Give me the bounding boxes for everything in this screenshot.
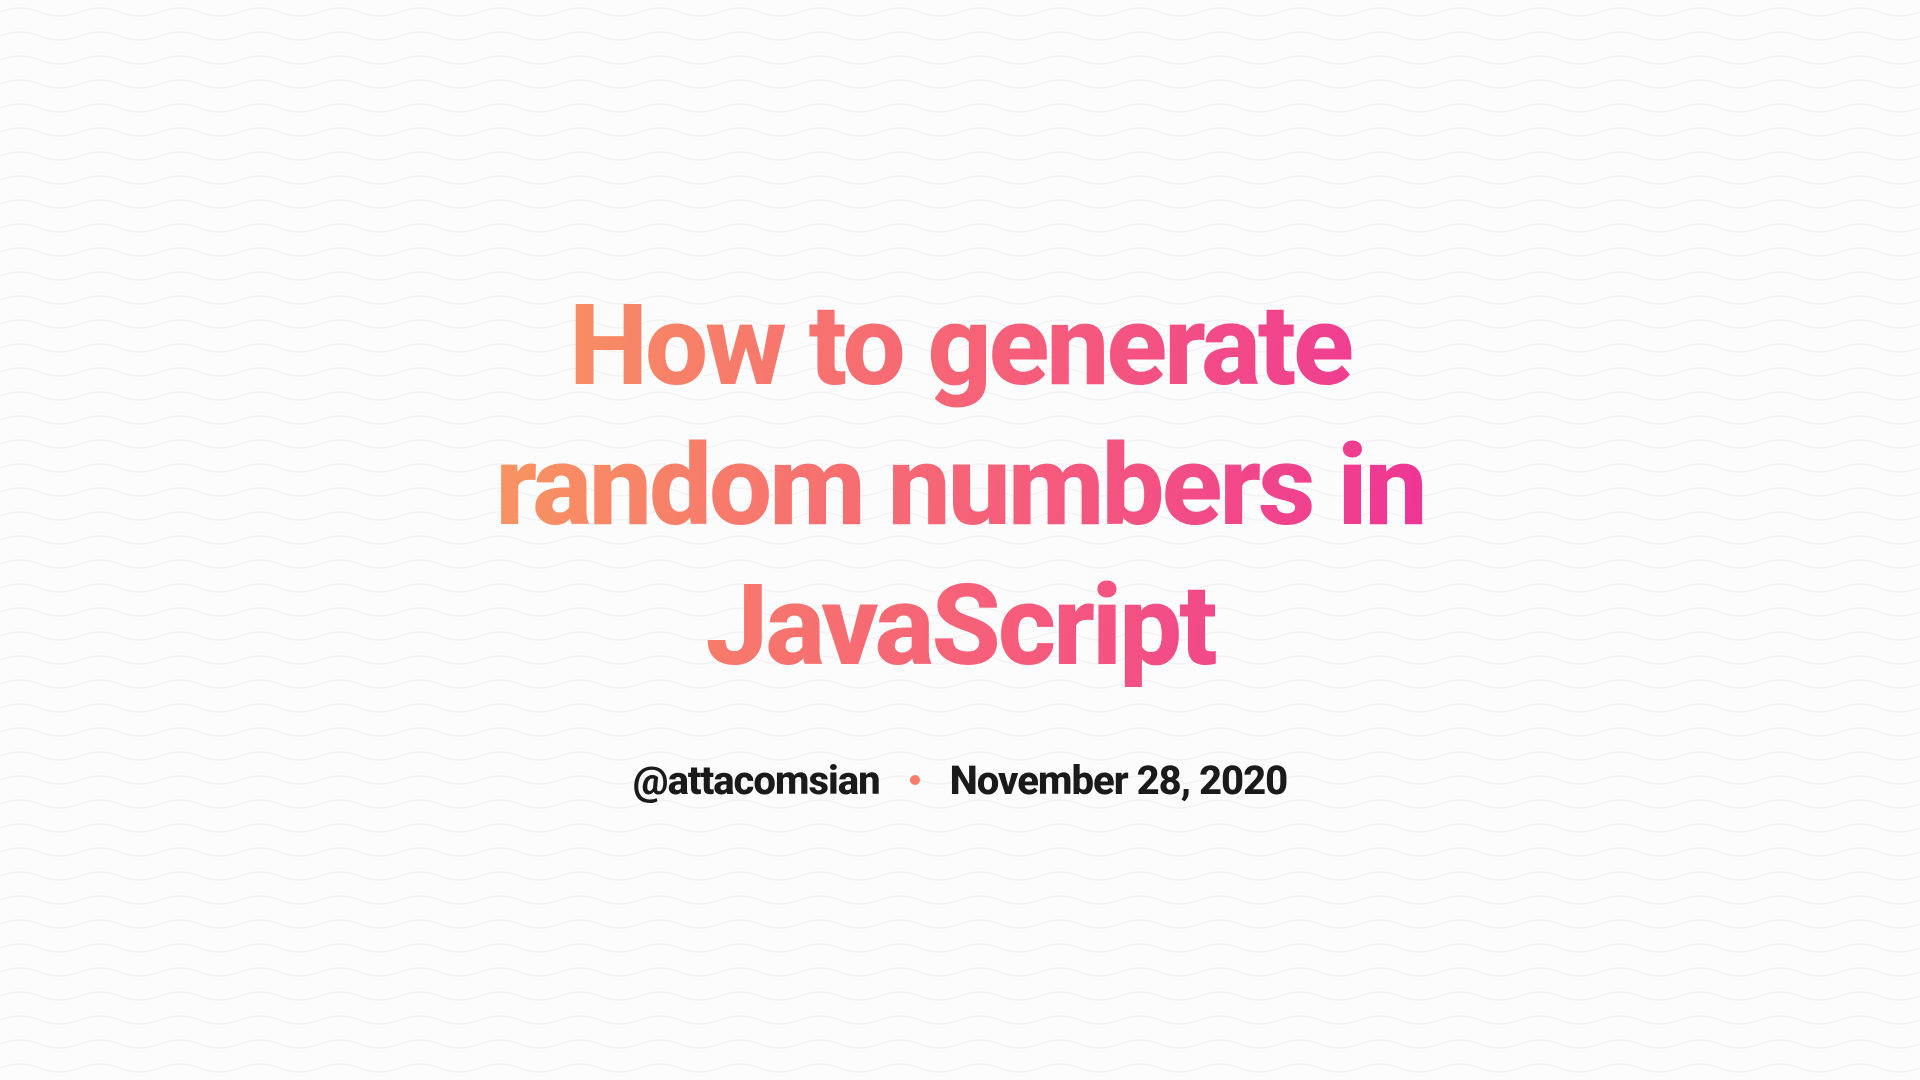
article-meta: @attacomsian November 28, 2020 [400, 757, 1520, 804]
article-title: How to generate random numbers in JavaSc… [400, 277, 1520, 697]
separator-dot-icon [910, 775, 920, 785]
author-handle: @attacomsian [633, 757, 880, 804]
publish-date: November 28, 2020 [950, 757, 1288, 804]
content-container: How to generate random numbers in JavaSc… [360, 277, 1560, 804]
